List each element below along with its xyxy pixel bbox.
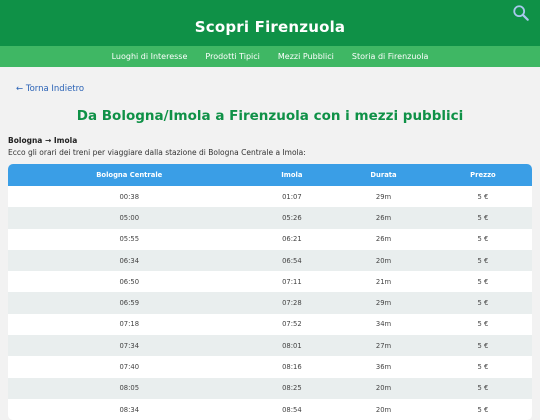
table-cell: 05:55 xyxy=(8,228,251,250)
table-cell: 06:34 xyxy=(8,249,251,272)
table-row: 08:34 08:54 20m 5 € xyxy=(8,398,532,420)
nav-item-prodotti[interactable]: Prodotti Tipici xyxy=(196,52,269,61)
column-header: Durata xyxy=(333,164,434,186)
table-row: 07:40 08:16 36m 5 € xyxy=(8,356,532,378)
table-row: 07:18 07:52 34m 5 € xyxy=(8,313,532,336)
table-cell: 01:07 xyxy=(250,186,334,208)
column-header: Prezzo xyxy=(433,164,532,186)
page-title: Da Bologna/Imola a Firenzuola con i mezz… xyxy=(76,108,464,124)
table-cell: 08:16 xyxy=(250,356,334,378)
table-cell: 06:59 xyxy=(8,292,251,314)
timetable: Bologna Centrale Imola Durata Prezzo 00:… xyxy=(8,164,532,420)
table-cell: 05:00 xyxy=(8,207,251,229)
table-cell: 5 € xyxy=(433,292,532,314)
table-cell: 34m xyxy=(333,313,434,336)
table-cell: 06:50 xyxy=(8,271,251,293)
table-cell: 27m xyxy=(333,335,434,357)
main-nav: Luoghi di Interesse Prodotti Tipici Mezz… xyxy=(0,46,540,67)
nav-item-mezzi[interactable]: Mezzi Pubblici xyxy=(269,52,343,61)
table-cell: 07:18 xyxy=(8,313,251,336)
route-description: Ecco gli orari dei treni per viaggiare d… xyxy=(8,148,306,157)
table-cell: 5 € xyxy=(433,228,532,250)
table-row: 00:38 01:07 29m 5 € xyxy=(8,186,532,208)
table-cell: 5 € xyxy=(433,313,532,336)
table-cell: 5 € xyxy=(433,207,532,229)
table-cell: 5 € xyxy=(433,335,532,357)
table-row: 06:50 07:11 21m 5 € xyxy=(8,271,532,293)
table-cell: 08:01 xyxy=(250,335,334,357)
table-cell: 20m xyxy=(333,249,434,272)
table-cell: 07:34 xyxy=(8,335,251,357)
table-cell: 29m xyxy=(333,186,434,208)
table-header-row: Bologna Centrale Imola Durata Prezzo xyxy=(8,164,532,186)
table-cell: 26m xyxy=(333,207,434,229)
nav-item-luoghi[interactable]: Luoghi di Interesse xyxy=(103,52,197,61)
search-icon[interactable] xyxy=(512,4,530,22)
table-cell: 07:28 xyxy=(250,292,334,314)
table-cell: 08:34 xyxy=(8,398,251,420)
table-cell: 08:05 xyxy=(8,377,251,399)
table-cell: 07:52 xyxy=(250,313,334,336)
table-cell: 06:54 xyxy=(250,249,334,272)
table-cell: 08:54 xyxy=(250,398,334,420)
site-title: Scopri Firenzuola xyxy=(194,18,346,36)
table-cell: 26m xyxy=(333,228,434,250)
table-cell: 07:11 xyxy=(250,271,334,293)
table-row: 08:05 08:25 20m 5 € xyxy=(8,377,532,399)
route-label: Bologna → Imola xyxy=(8,136,78,145)
table-cell: 5 € xyxy=(433,398,532,420)
back-link[interactable]: ← Torna Indietro xyxy=(16,84,84,94)
table-cell: 5 € xyxy=(433,249,532,272)
table-cell: 20m xyxy=(333,377,434,399)
table-cell: 08:25 xyxy=(250,377,334,399)
site-header: Scopri Firenzuola xyxy=(0,0,540,46)
table-cell: 29m xyxy=(333,292,434,314)
table-cell: 21m xyxy=(333,271,434,293)
column-header: Bologna Centrale xyxy=(8,164,251,186)
table-cell: 20m xyxy=(333,398,434,420)
table-cell: 07:40 xyxy=(8,356,251,378)
table-cell: 5 € xyxy=(433,356,532,378)
table-cell: 5 € xyxy=(433,377,532,399)
table-row: 05:00 05:26 26m 5 € xyxy=(8,207,532,229)
table-cell: 5 € xyxy=(433,186,532,208)
table-row: 07:34 08:01 27m 5 € xyxy=(8,335,532,357)
table-cell: 5 € xyxy=(433,271,532,293)
table-cell: 36m xyxy=(333,356,434,378)
main-content: ← Torna Indietro Da Bologna/Imola a Fire… xyxy=(0,67,540,420)
table-cell: 05:26 xyxy=(250,207,334,229)
column-header: Imola xyxy=(250,164,334,186)
table-cell: 00:38 xyxy=(8,186,251,208)
table-row: 05:55 06:21 26m 5 € xyxy=(8,228,532,250)
table-cell: 06:21 xyxy=(250,228,334,250)
table-row: 06:59 07:28 29m 5 € xyxy=(8,292,532,314)
table-row: 06:34 06:54 20m 5 € xyxy=(8,249,532,272)
nav-item-storia[interactable]: Storia di Firenzuola xyxy=(343,52,438,61)
